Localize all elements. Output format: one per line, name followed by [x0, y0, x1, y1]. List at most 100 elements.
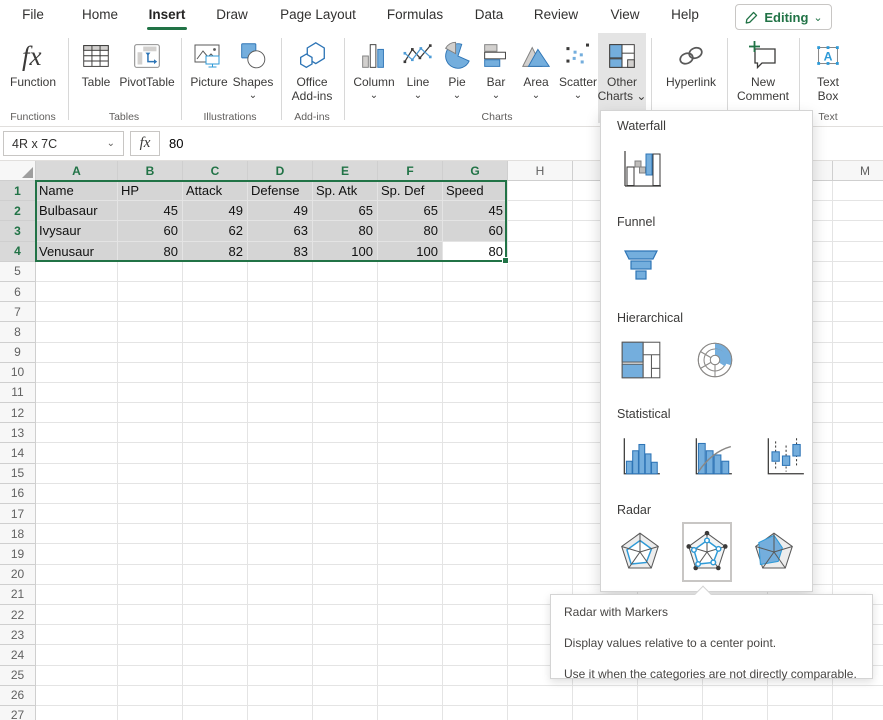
column-header-H[interactable]: H — [508, 161, 573, 181]
cell-L26[interactable] — [768, 686, 833, 706]
cell-H15[interactable] — [508, 464, 573, 484]
column-header-F[interactable]: F — [378, 161, 443, 181]
cell-D19[interactable] — [248, 544, 313, 564]
cell-F10[interactable] — [378, 363, 443, 383]
cell-H5[interactable] — [508, 262, 573, 282]
cell-C2[interactable]: 49 — [183, 201, 248, 221]
column-header-C[interactable]: C — [183, 161, 248, 181]
row-header-18[interactable]: 18 — [0, 524, 36, 544]
cell-C23[interactable] — [183, 625, 248, 645]
cell-F23[interactable] — [378, 625, 443, 645]
cell-D1[interactable]: Defense — [248, 181, 313, 201]
cell-M10[interactable] — [833, 363, 883, 383]
cell-B8[interactable] — [118, 322, 183, 342]
cell-E11[interactable] — [313, 383, 378, 403]
cell-D5[interactable] — [248, 262, 313, 282]
cell-E14[interactable] — [313, 443, 378, 463]
cell-C13[interactable] — [183, 423, 248, 443]
cell-M19[interactable] — [833, 544, 883, 564]
line-chart-button[interactable]: Line ⌄ — [400, 33, 436, 123]
row-header-7[interactable]: 7 — [0, 302, 36, 322]
cell-G7[interactable] — [443, 302, 508, 322]
cell-E18[interactable] — [313, 524, 378, 544]
cell-G23[interactable] — [443, 625, 508, 645]
cell-M2[interactable] — [833, 201, 883, 221]
cell-A19[interactable] — [36, 544, 118, 564]
cell-G5[interactable] — [443, 262, 508, 282]
row-header-25[interactable]: 25 — [0, 666, 36, 686]
cell-D16[interactable] — [248, 484, 313, 504]
cell-C21[interactable] — [183, 585, 248, 605]
cell-B27[interactable] — [118, 706, 183, 720]
cell-A16[interactable] — [36, 484, 118, 504]
cell-F7[interactable] — [378, 302, 443, 322]
cell-G25[interactable] — [443, 666, 508, 686]
cell-D21[interactable] — [248, 585, 313, 605]
cell-M3[interactable] — [833, 221, 883, 241]
cell-M26[interactable] — [833, 686, 883, 706]
cell-D20[interactable] — [248, 565, 313, 585]
row-header-8[interactable]: 8 — [0, 322, 36, 342]
cell-G9[interactable] — [443, 343, 508, 363]
cell-F17[interactable] — [378, 504, 443, 524]
cell-A5[interactable] — [36, 262, 118, 282]
cell-C15[interactable] — [183, 464, 248, 484]
cell-B2[interactable]: 45 — [118, 201, 183, 221]
cell-G8[interactable] — [443, 322, 508, 342]
cell-E27[interactable] — [313, 706, 378, 720]
cell-M20[interactable] — [833, 565, 883, 585]
column-header-E[interactable]: E — [313, 161, 378, 181]
picture-button[interactable]: Picture — [187, 33, 231, 123]
cell-F8[interactable] — [378, 322, 443, 342]
sunburst-chart-option[interactable] — [691, 336, 739, 384]
row-header-10[interactable]: 10 — [0, 363, 36, 383]
cell-F18[interactable] — [378, 524, 443, 544]
cell-J26[interactable] — [638, 686, 703, 706]
cell-E10[interactable] — [313, 363, 378, 383]
cell-C3[interactable]: 62 — [183, 221, 248, 241]
cell-E9[interactable] — [313, 343, 378, 363]
row-header-6[interactable]: 6 — [0, 282, 36, 302]
cell-A22[interactable] — [36, 605, 118, 625]
cell-H26[interactable] — [508, 686, 573, 706]
cell-E12[interactable] — [313, 403, 378, 423]
cell-B9[interactable] — [118, 343, 183, 363]
cell-A11[interactable] — [36, 383, 118, 403]
cell-C6[interactable] — [183, 282, 248, 302]
cell-H1[interactable] — [508, 181, 573, 201]
cell-E4[interactable]: 100 — [313, 242, 378, 262]
cell-F9[interactable] — [378, 343, 443, 363]
bar-chart-button[interactable]: Bar ⌄ — [478, 33, 514, 123]
cell-C22[interactable] — [183, 605, 248, 625]
cell-D17[interactable] — [248, 504, 313, 524]
cell-G18[interactable] — [443, 524, 508, 544]
cell-B19[interactable] — [118, 544, 183, 564]
cell-M13[interactable] — [833, 423, 883, 443]
cell-L27[interactable] — [768, 706, 833, 720]
cell-B14[interactable] — [118, 443, 183, 463]
cell-D25[interactable] — [248, 666, 313, 686]
area-chart-button[interactable]: Area ⌄ — [516, 33, 556, 123]
cell-B10[interactable] — [118, 363, 183, 383]
cell-F3[interactable]: 80 — [378, 221, 443, 241]
cell-E7[interactable] — [313, 302, 378, 322]
cell-F24[interactable] — [378, 645, 443, 665]
cell-M14[interactable] — [833, 443, 883, 463]
cell-H17[interactable] — [508, 504, 573, 524]
cell-A3[interactable]: Ivysaur — [36, 221, 118, 241]
cell-G10[interactable] — [443, 363, 508, 383]
cell-F22[interactable] — [378, 605, 443, 625]
menu-item-page-layout[interactable]: Page Layout — [280, 7, 356, 22]
cell-B7[interactable] — [118, 302, 183, 322]
cell-D27[interactable] — [248, 706, 313, 720]
cell-F13[interactable] — [378, 423, 443, 443]
row-header-23[interactable]: 23 — [0, 625, 36, 645]
cell-B17[interactable] — [118, 504, 183, 524]
editing-mode-button[interactable]: Editing ⌄ — [735, 4, 832, 30]
office-addins-button[interactable]: Office Add-ins — [286, 33, 338, 123]
cell-E26[interactable] — [313, 686, 378, 706]
cell-B6[interactable] — [118, 282, 183, 302]
cell-M16[interactable] — [833, 484, 883, 504]
cell-A27[interactable] — [36, 706, 118, 720]
select-all-corner[interactable] — [0, 161, 36, 181]
